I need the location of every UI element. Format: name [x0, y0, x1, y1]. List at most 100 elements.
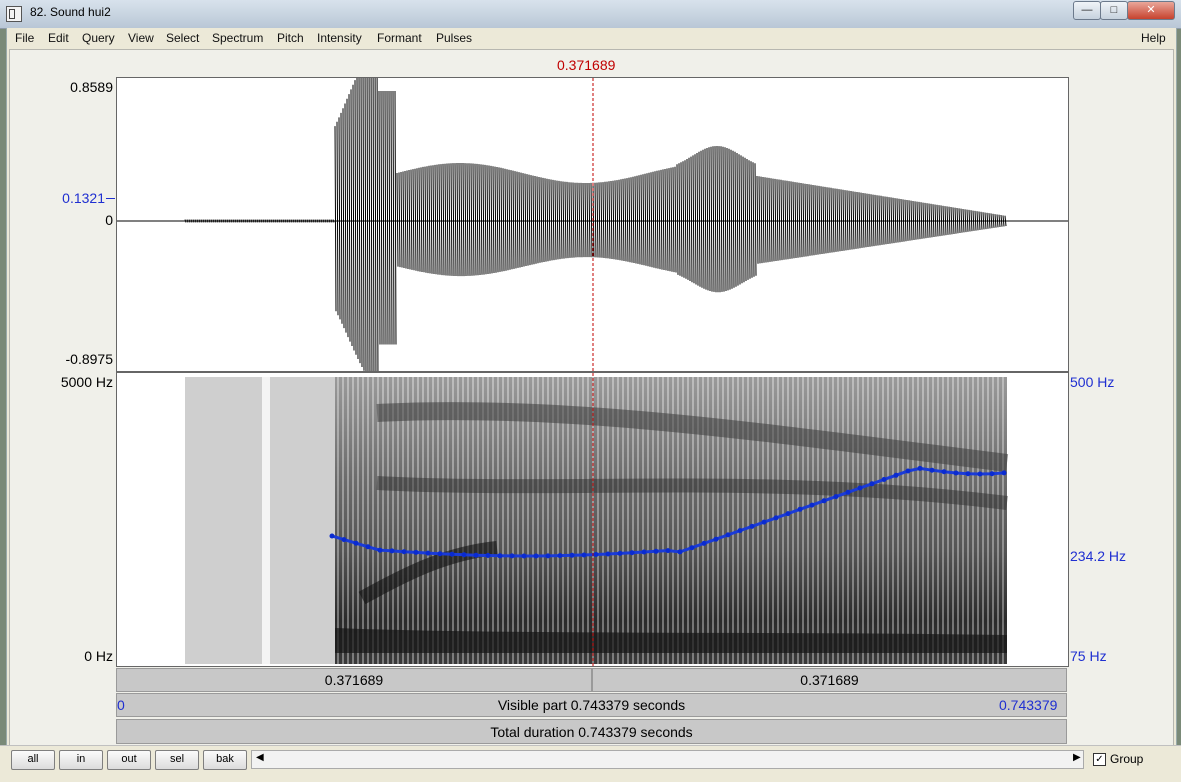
pitch-point: [545, 553, 551, 559]
pitch-point: [509, 553, 515, 559]
pitch-point: [425, 550, 431, 556]
close-icon: ✕: [1146, 4, 1156, 16]
menu-pulses[interactable]: Pulses: [436, 31, 472, 45]
pitch-point: [449, 551, 455, 557]
visible-part-bar[interactable]: Visible part 0.743379 seconds: [116, 693, 1067, 717]
pitch-point: [365, 544, 371, 550]
waveform-panel[interactable]: [116, 77, 1069, 372]
pitch-point: [329, 533, 335, 539]
pitch-point: [701, 540, 707, 546]
spectrogram: [185, 373, 1009, 666]
maximize-icon: □: [1110, 4, 1118, 16]
visible-start-label: 0: [117, 697, 125, 713]
pitch-point: [785, 511, 791, 517]
spec-fmin-label: 0 Hz: [84, 648, 113, 664]
pitch-point: [965, 471, 971, 477]
pitch-point: [341, 537, 347, 543]
pitch-point: [749, 523, 755, 529]
app-icon: [6, 6, 22, 22]
wave-ymax-label: 0.8589: [70, 79, 113, 95]
pitch-point: [821, 498, 827, 504]
title-bar: [0, 0, 1181, 29]
menu-formant[interactable]: Formant: [377, 31, 422, 45]
time-right-label: 0.371689: [800, 672, 859, 688]
menu-query[interactable]: Query: [82, 31, 115, 45]
spec-fmax-label: 5000 Hz: [60, 374, 113, 390]
group-checkbox[interactable]: ✓: [1093, 753, 1106, 766]
pitch-point: [929, 467, 935, 473]
scroll-left-arrow-icon[interactable]: ◀: [256, 752, 264, 763]
pitch-point: [809, 502, 815, 508]
menu-file[interactable]: File: [15, 31, 34, 45]
spectrogram-panel[interactable]: [116, 372, 1069, 667]
pitch-point: [497, 553, 503, 559]
pitch-point: [521, 553, 527, 559]
zoom-all-button[interactable]: all: [11, 750, 55, 770]
total-duration-label: Total duration 0.743379 seconds: [490, 724, 693, 740]
visible-part-label: Visible part 0.743379 seconds: [497, 697, 686, 713]
time-scrollbar[interactable]: [251, 750, 1084, 769]
time-bar-right[interactable]: 0.371689: [592, 668, 1067, 692]
wave-ymin-label: -0.8975: [65, 351, 113, 367]
minimize-button[interactable]: —: [1073, 1, 1101, 20]
time-left-label: 0.371689: [324, 672, 384, 688]
menu-edit[interactable]: Edit: [48, 31, 69, 45]
maximize-button[interactable]: □: [1100, 1, 1128, 20]
group-label: Group: [1110, 752, 1144, 766]
pitch-point: [389, 548, 395, 554]
pitch-max-label: 500 Hz: [1070, 374, 1115, 390]
pitch-point: [761, 519, 767, 525]
pitch-point: [1001, 470, 1007, 476]
pitch-point: [485, 553, 491, 558]
pitch-point: [773, 515, 779, 521]
pitch-point: [617, 550, 623, 556]
pitch-point: [917, 465, 923, 471]
pitch-point: [833, 494, 839, 500]
pitch-point: [665, 548, 671, 554]
pitch-mid-label: 234.2 Hz: [1070, 548, 1127, 564]
window-title: 82. Sound hui2: [30, 5, 111, 19]
pitch-point: [797, 506, 803, 512]
menu-view[interactable]: View: [128, 31, 154, 45]
pitch-point: [653, 548, 659, 554]
scroll-right-arrow-icon[interactable]: ▶: [1073, 752, 1081, 763]
pitch-point: [977, 471, 983, 477]
pitch-point: [629, 550, 635, 556]
pitch-point: [569, 552, 575, 558]
pitch-point: [401, 549, 407, 555]
pitch-point: [473, 552, 479, 558]
waveform: [117, 78, 1068, 371]
pitch-point: [461, 552, 467, 558]
zoom-sel-button[interactable]: sel: [155, 750, 199, 770]
pitch-point: [737, 528, 743, 534]
pitch-point: [377, 547, 383, 553]
wave-ycursor-tick: [106, 198, 115, 199]
pitch-point: [353, 540, 359, 546]
zoom-back-button[interactable]: bak: [203, 750, 247, 770]
wave-yzero-label: 0: [105, 212, 113, 228]
wave-ycursor-label: 0.1321: [62, 190, 105, 206]
pitch-point: [869, 481, 875, 487]
pitch-point: [725, 532, 731, 538]
check-icon: ✓: [1095, 754, 1104, 765]
pitch-point: [881, 477, 887, 482]
minimize-icon: —: [1081, 4, 1093, 16]
pitch-point: [713, 536, 719, 542]
menu-intensity[interactable]: Intensity: [317, 31, 362, 45]
close-button[interactable]: ✕: [1127, 1, 1175, 20]
pitch-point: [989, 471, 995, 477]
pitch-point: [953, 470, 959, 476]
menu-spectrum[interactable]: Spectrum: [212, 31, 263, 45]
pitch-point: [605, 551, 611, 557]
total-duration-bar[interactable]: Total duration 0.743379 seconds: [116, 719, 1067, 744]
zoom-in-button[interactable]: in: [59, 750, 103, 770]
menu-select[interactable]: Select: [166, 31, 199, 45]
pitch-point: [857, 485, 863, 491]
time-bar-left[interactable]: 0.371689: [116, 668, 592, 692]
pitch-point: [905, 468, 911, 474]
pitch-point: [533, 553, 539, 559]
menu-help[interactable]: Help: [1141, 31, 1166, 45]
pitch-point: [641, 549, 647, 555]
zoom-out-button[interactable]: out: [107, 750, 151, 770]
menu-pitch[interactable]: Pitch: [277, 31, 304, 45]
